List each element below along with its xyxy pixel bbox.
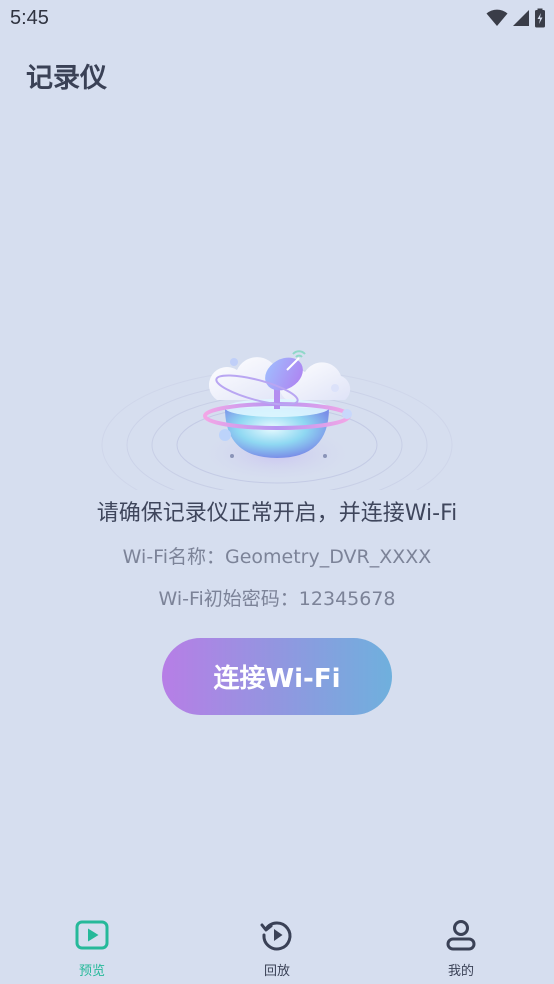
status-icons: [486, 8, 546, 28]
page-title: 记录仪: [26, 63, 107, 94]
status-time: 5:45: [10, 7, 49, 29]
play-icon: [75, 920, 109, 950]
nav-item-playback[interactable]: 回放: [222, 905, 332, 984]
connect-wifi-button[interactable]: 连接Wi-Fi: [162, 638, 392, 715]
status-bar: 5:45: [0, 0, 554, 36]
nav-label-preview: 预览: [78, 964, 105, 979]
wifi-password-text: Wi-Fi初始密码：12345678: [158, 588, 396, 610]
bottom-navigation: 预览 回放 我的: [0, 905, 554, 984]
nav-label-playback: 回放: [263, 964, 290, 979]
nav-label-mine: 我的: [447, 964, 474, 979]
wifi-icon: [486, 9, 508, 26]
nav-item-preview[interactable]: 预览: [37, 905, 147, 984]
dashcam-satellite-illustration: [97, 330, 457, 521]
user-icon: [446, 920, 476, 951]
connection-instruction: 请确保记录仪正常开启，并连接Wi-Fi: [96, 501, 458, 526]
replay-icon: [260, 921, 292, 951]
wifi-name-text: Wi-Fi名称：Geometry_DVR_XXXX: [122, 546, 432, 568]
battery-charging-icon: [535, 8, 545, 28]
nav-item-mine[interactable]: 我的: [406, 905, 516, 984]
cellular-signal-icon: [513, 10, 529, 26]
